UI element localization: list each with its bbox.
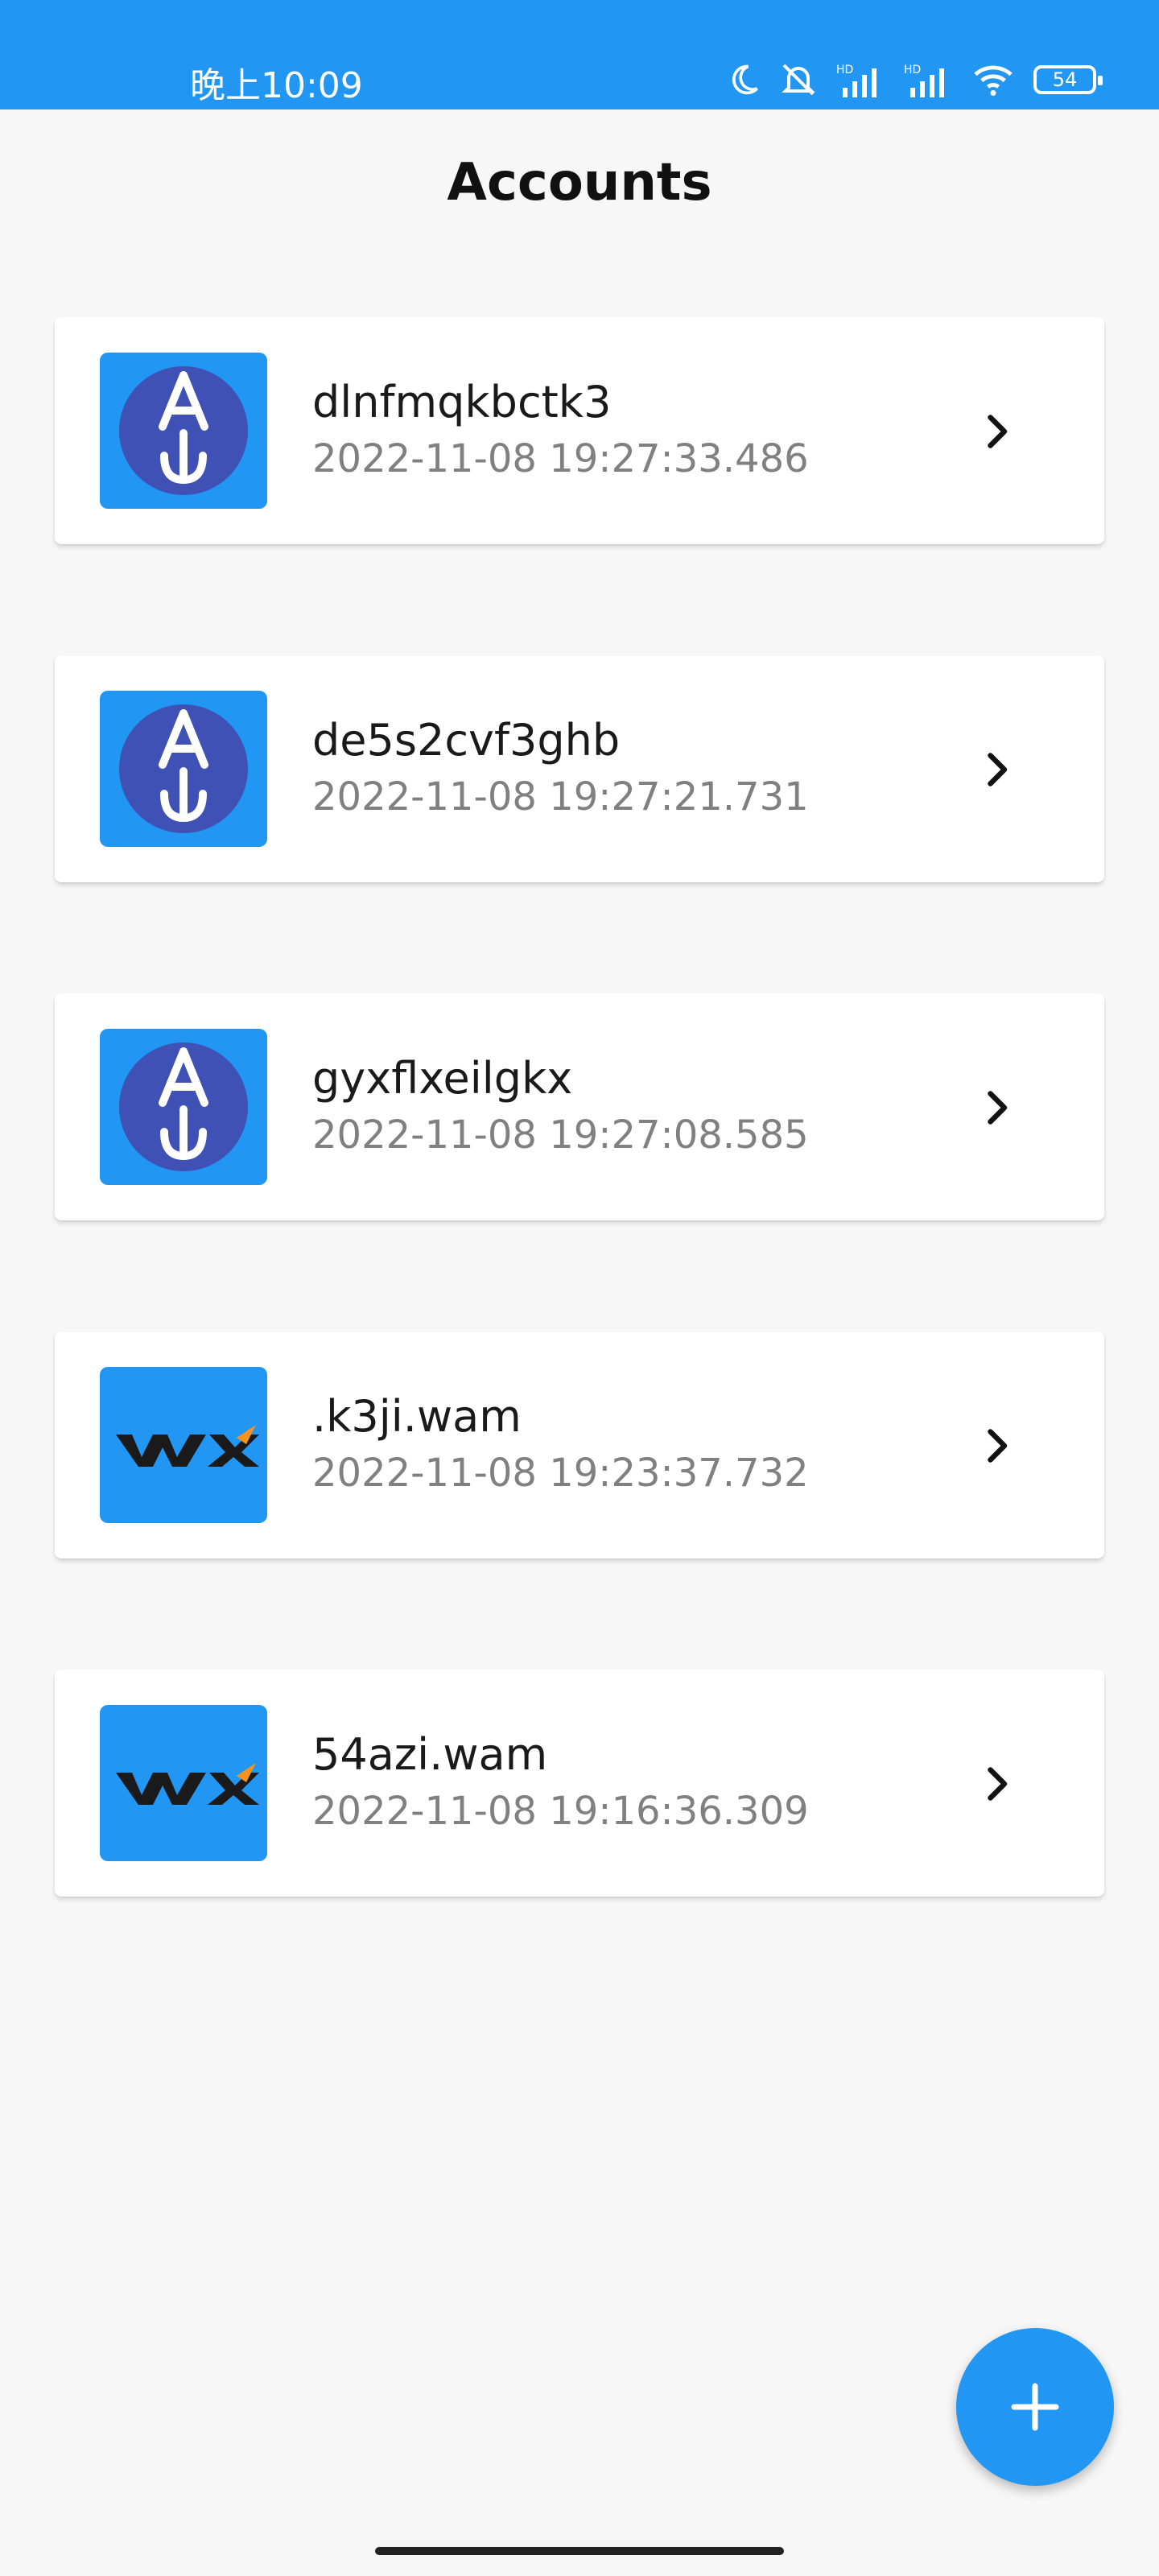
moon-icon (732, 64, 758, 95)
account-name: de5s2cvf3ghb (312, 715, 621, 766)
account-name: gyxflxeilgkx (312, 1053, 573, 1104)
wax-logo (100, 1705, 267, 1861)
svg-text:HD: HD (904, 64, 921, 76)
hd-signal-icon: HD (904, 64, 944, 97)
plus-icon (1011, 2383, 1059, 2431)
anchor-logo (100, 353, 267, 509)
chevron-right-icon (988, 1429, 1008, 1463)
chevron-right-icon (988, 753, 1008, 786)
hd-signal-icon: HD (836, 64, 876, 97)
account-date: 2022-11-08 19:27:33.486 (312, 436, 809, 481)
add-account-button[interactable] (956, 2328, 1114, 2486)
account-date: 2022-11-08 19:27:21.731 (312, 774, 809, 819)
chevron-right-icon (988, 415, 1008, 448)
account-date: 2022-11-08 19:23:37.732 (312, 1451, 809, 1496)
status-time: 晚上10:09 (190, 65, 363, 106)
chevron-right-icon (988, 1767, 1008, 1801)
status-icons: HD HD 54 (726, 60, 1103, 100)
account-card[interactable]: dlnfmqkbctk3 2022-11-08 19:27:33.486 (55, 317, 1104, 544)
page-title: Accounts (447, 153, 712, 213)
wax-logo (100, 1367, 267, 1523)
account-date: 2022-11-08 19:27:08.585 (312, 1113, 809, 1158)
account-card[interactable]: gyxflxeilgkx 2022-11-08 19:27:08.585 (55, 993, 1104, 1220)
account-card[interactable]: 54azi.wam 2022-11-08 19:16:36.309 (55, 1670, 1104, 1897)
battery-icon: 54 (1033, 65, 1103, 94)
wifi-icon (974, 65, 1013, 97)
anchor-logo (100, 691, 267, 847)
account-card[interactable]: de5s2cvf3ghb 2022-11-08 19:27:21.731 (55, 655, 1104, 882)
account-card[interactable]: .k3ji.wam 2022-11-08 19:23:37.732 (55, 1331, 1104, 1558)
home-indicator[interactable] (375, 2547, 784, 2555)
status-bar: 晚上10:09 HD HD 54 (0, 0, 1159, 109)
svg-text:HD: HD (836, 64, 853, 76)
account-name: dlnfmqkbctk3 (312, 377, 612, 427)
anchor-logo (100, 1029, 267, 1185)
account-date: 2022-11-08 19:16:36.309 (312, 1789, 809, 1834)
account-name: 54azi.wam (312, 1729, 548, 1780)
chevron-right-icon (988, 1091, 1008, 1125)
account-name: .k3ji.wam (312, 1391, 522, 1442)
muted-bell-icon (782, 64, 815, 96)
